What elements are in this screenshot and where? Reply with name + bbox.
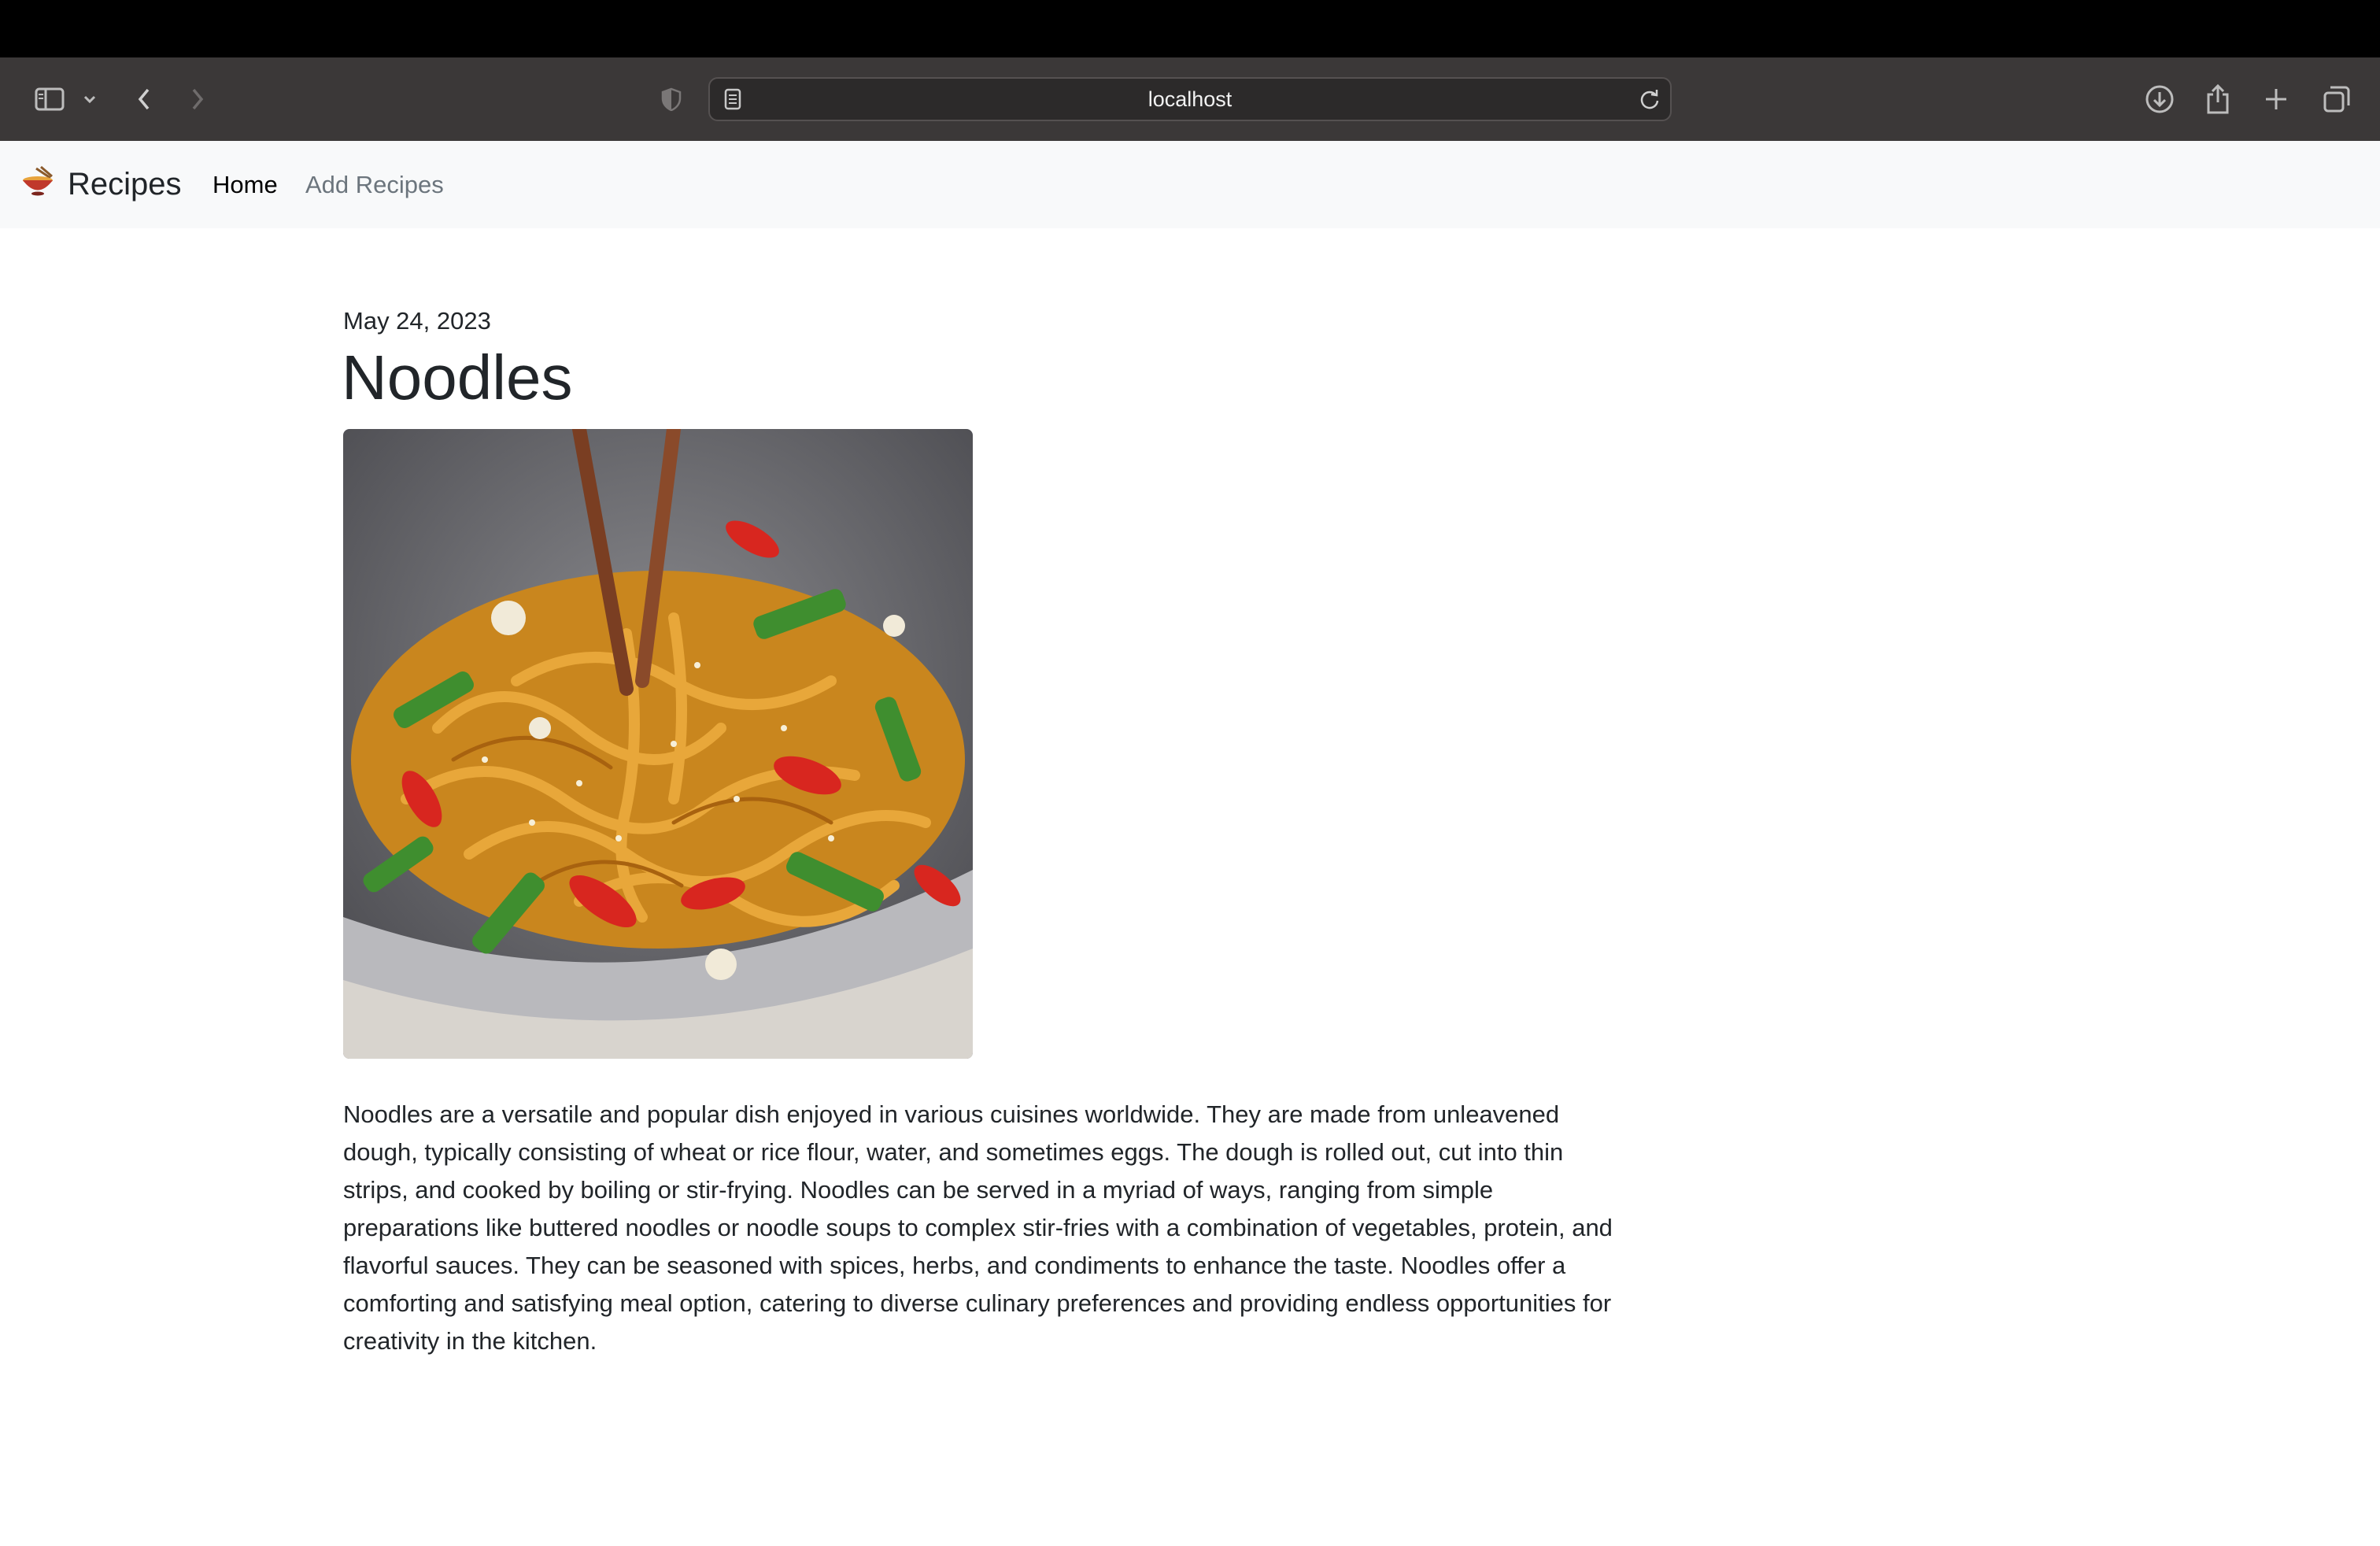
chevron-down-icon[interactable] bbox=[79, 57, 101, 141]
brand-label: Recipes bbox=[68, 167, 182, 202]
recipe-description: Noodles are a versatile and popular dish… bbox=[343, 1100, 1613, 1355]
back-icon[interactable] bbox=[132, 57, 156, 141]
reload-icon[interactable] bbox=[1637, 87, 1662, 116]
nav-link-home[interactable]: Home bbox=[213, 141, 278, 228]
site-navbar: Recipes Home Add Recipes bbox=[0, 141, 2380, 228]
privacy-shield-icon[interactable] bbox=[658, 57, 685, 141]
brand-link[interactable]: Recipes bbox=[20, 141, 182, 228]
new-tab-icon[interactable] bbox=[2260, 57, 2292, 141]
recipe-title: Noodles bbox=[342, 342, 573, 412]
downloads-icon[interactable] bbox=[2142, 57, 2177, 141]
tab-overview-icon[interactable] bbox=[2320, 57, 2353, 141]
noodle-bowl-icon bbox=[20, 165, 57, 205]
forward-icon[interactable] bbox=[186, 57, 209, 141]
menu-bar-area bbox=[0, 0, 2380, 57]
recipe-date: May 24, 2023 bbox=[343, 307, 491, 335]
share-icon[interactable] bbox=[2202, 57, 2234, 141]
address-bar[interactable]: localhost bbox=[708, 77, 1672, 121]
sidebar-toggle-icon[interactable] bbox=[30, 57, 69, 141]
url-text: localhost bbox=[1148, 87, 1232, 111]
nav-link-add-recipes[interactable]: Add Recipes bbox=[305, 141, 444, 228]
recipe-image bbox=[343, 429, 973, 1059]
